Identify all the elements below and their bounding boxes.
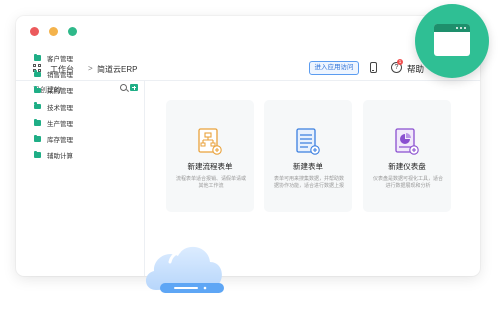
folder-icon (34, 53, 41, 61)
close-window-button[interactable] (30, 27, 39, 36)
add-folder-icon[interactable] (130, 84, 138, 91)
flow-form-icon (198, 128, 222, 155)
minimize-window-button[interactable] (49, 27, 58, 36)
search-icon[interactable] (120, 84, 127, 91)
sidebar-item[interactable]: 客户管理 (34, 50, 73, 66)
card-description: 仪表盘是数据可视化工具，适合进行数据展现和分析 (373, 176, 444, 189)
breadcrumb-app[interactable]: 简道云ERP (97, 64, 137, 75)
card-title: 新建流程表单 (187, 162, 233, 171)
folder-list: 客户管理 销售管理 采购管理 技术管理 生产管理 库存管理 辅助计算 (34, 50, 73, 163)
browser-window-icon (434, 24, 470, 56)
sidebar-item-label: 辅助计算 (47, 153, 73, 161)
new-form-card[interactable]: 新建表单 表单可用来搜集数据，并帮助数据协作功能，适合进行数据上报 (264, 100, 352, 212)
form-icon (296, 128, 320, 155)
help-label[interactable]: 帮助 (407, 63, 424, 75)
folder-icon (34, 70, 41, 78)
enter-app-button[interactable]: 进入应用访问 (309, 61, 359, 75)
sidebar-item-label: 技术管理 (47, 104, 73, 112)
folder-icon (34, 86, 41, 94)
folder-icon (34, 118, 41, 126)
sidebar-item-label: 采购管理 (47, 88, 73, 96)
sidebar-item-label: 客户管理 (47, 56, 73, 64)
sidebar-item[interactable]: 生产管理 (34, 115, 73, 131)
folder-icon (34, 102, 41, 110)
sidebar-item-label: 生产管理 (47, 120, 73, 128)
card-title: 新建表单 (293, 162, 323, 171)
sidebar-item[interactable]: 辅助计算 (34, 147, 73, 163)
card-description: 流程表单适合报销、请假单请或其他工作流 (176, 176, 247, 189)
cloud-icon (145, 246, 224, 293)
new-dashboard-card[interactable]: 新建仪表盘 仪表盘是数据可视化工具，适合进行数据展现和分析 (363, 100, 451, 212)
sidebar-item-label: 库存管理 (47, 137, 73, 145)
sidebar-item[interactable]: 库存管理 (34, 131, 73, 147)
window-controls (30, 27, 77, 36)
dashboard-icon (395, 128, 419, 155)
window-app-icon (415, 4, 489, 78)
maximize-window-button[interactable] (68, 27, 77, 36)
new-flow-form-card[interactable]: 新建流程表单 流程表单适合报销、请假单请或其他工作流 (166, 100, 254, 212)
card-description: 表单可用来搜集数据，并帮助数据协作功能，适合进行数据上报 (274, 176, 345, 189)
card-title: 新建仪表盘 (388, 162, 426, 171)
app-window: 工作台 > 简道云ERP 进入应用访问 ? 1 帮助 已创建的 客户管理 销售管… (16, 16, 480, 276)
top-bar: 工作台 > 简道云ERP 进入应用访问 ? 1 帮助 (16, 56, 480, 81)
sidebar-item[interactable]: 销售管理 (34, 66, 73, 82)
sidebar-item[interactable]: 采购管理 (34, 82, 73, 98)
mobile-icon[interactable] (370, 62, 377, 73)
breadcrumb-separator: > (88, 64, 93, 73)
folder-icon (34, 134, 41, 142)
sidebar-item[interactable]: 技术管理 (34, 99, 73, 115)
notification-badge: 1 (397, 59, 403, 65)
folder-icon (34, 151, 41, 158)
sidebar-item-label: 销售管理 (47, 72, 73, 80)
